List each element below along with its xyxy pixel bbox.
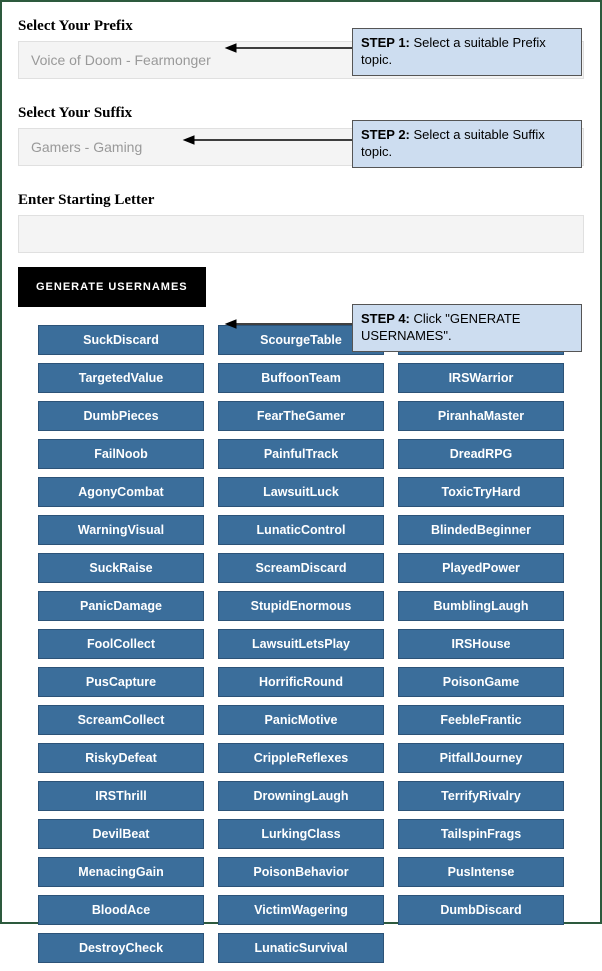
arrow-step4-icon xyxy=(224,318,354,330)
username-chip[interactable]: ScreamCollect xyxy=(38,705,204,735)
username-chip[interactable]: PoisonGame xyxy=(398,667,564,697)
username-chip[interactable]: BumblingLaugh xyxy=(398,591,564,621)
username-chip[interactable]: TargetedValue xyxy=(38,363,204,393)
username-chip[interactable]: IRSWarrior xyxy=(398,363,564,393)
username-chip[interactable]: MenacingGain xyxy=(38,857,204,887)
username-chip[interactable]: ToxicTryHard xyxy=(398,477,564,507)
username-chip[interactable]: IRSHouse xyxy=(398,629,564,659)
username-chip[interactable]: SuckDiscard xyxy=(38,325,204,355)
username-chip[interactable]: SuckRaise xyxy=(38,553,204,583)
username-chip[interactable]: HorrificRound xyxy=(218,667,384,697)
results-grid: SuckDiscardScourgeTableFranticUPTargeted… xyxy=(18,321,584,963)
username-chip[interactable]: TerrifyRivalry xyxy=(398,781,564,811)
username-chip[interactable]: PusCapture xyxy=(38,667,204,697)
username-chip[interactable]: PanicDamage xyxy=(38,591,204,621)
arrow-step2-icon xyxy=(182,134,354,146)
username-chip[interactable]: FoolCollect xyxy=(38,629,204,659)
username-chip[interactable]: RiskyDefeat xyxy=(38,743,204,773)
letter-label: Enter Starting Letter xyxy=(18,192,584,209)
callout-step4: STEP 4: Click "GENERATE USERNAMES". xyxy=(352,304,582,352)
username-chip[interactable]: DumbPieces xyxy=(38,401,204,431)
username-chip[interactable]: FailNoob xyxy=(38,439,204,469)
letter-input[interactable] xyxy=(18,215,584,253)
callout-step2: STEP 2: Select a suitable Suffix topic. xyxy=(352,120,582,168)
username-chip[interactable]: CrippleReflexes xyxy=(218,743,384,773)
username-chip[interactable]: BloodAce xyxy=(38,895,204,925)
username-chip[interactable]: LawsuitLuck xyxy=(218,477,384,507)
username-chip[interactable]: PusIntense xyxy=(398,857,564,887)
username-chip[interactable]: BlindedBeginner xyxy=(398,515,564,545)
username-chip[interactable]: DevilBeat xyxy=(38,819,204,849)
callout-step1: STEP 1: Select a suitable Prefix topic. xyxy=(352,28,582,76)
username-chip[interactable]: PitfallJourney xyxy=(398,743,564,773)
username-chip[interactable]: DrowningLaugh xyxy=(218,781,384,811)
username-chip[interactable]: PainfulTrack xyxy=(218,439,384,469)
username-chip[interactable]: FeebleFrantic xyxy=(398,705,564,735)
arrow-step1-icon xyxy=(224,42,354,54)
username-chip[interactable]: TailspinFrags xyxy=(398,819,564,849)
username-chip[interactable]: PoisonBehavior xyxy=(218,857,384,887)
username-chip[interactable]: FearTheGamer xyxy=(218,401,384,431)
username-chip[interactable]: PanicMotive xyxy=(218,705,384,735)
username-chip[interactable]: PlayedPower xyxy=(398,553,564,583)
username-chip[interactable]: AgonyCombat xyxy=(38,477,204,507)
username-chip[interactable]: BuffoonTeam xyxy=(218,363,384,393)
generate-button[interactable]: GENERATE USERNAMES xyxy=(18,267,206,307)
username-chip[interactable]: LunaticSurvival xyxy=(218,933,384,963)
username-chip[interactable]: WarningVisual xyxy=(38,515,204,545)
username-chip[interactable]: VictimWagering xyxy=(218,895,384,925)
username-chip[interactable]: PiranhaMaster xyxy=(398,401,564,431)
username-chip[interactable]: LurkingClass xyxy=(218,819,384,849)
username-chip[interactable]: ScreamDiscard xyxy=(218,553,384,583)
username-chip[interactable]: LawsuitLetsPlay xyxy=(218,629,384,659)
username-chip[interactable]: DreadRPG xyxy=(398,439,564,469)
username-chip[interactable]: DestroyCheck xyxy=(38,933,204,963)
username-chip[interactable]: IRSThrill xyxy=(38,781,204,811)
username-chip[interactable]: LunaticControl xyxy=(218,515,384,545)
username-chip[interactable]: StupidEnormous xyxy=(218,591,384,621)
username-chip[interactable]: DumbDiscard xyxy=(398,895,564,925)
